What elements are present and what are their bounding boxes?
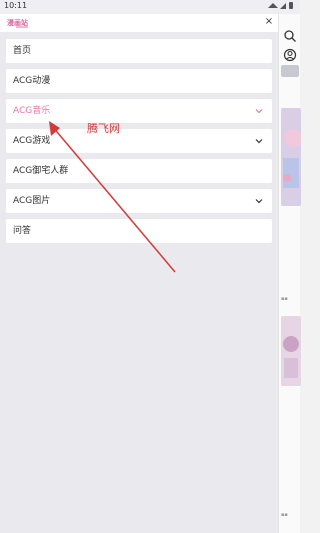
thumbnail-image[interactable] (281, 108, 301, 206)
chevron-down-icon[interactable] (254, 195, 264, 207)
menu-item-qa[interactable]: 问答 (6, 219, 272, 243)
chevron-down-icon[interactable] (254, 135, 264, 147)
status-bar: 10:11 (0, 0, 300, 14)
thumbnail-image[interactable] (281, 316, 301, 386)
menu-item-acg-otaku[interactable]: ACG御宅人群 (6, 159, 272, 183)
search-icon[interactable] (283, 29, 297, 43)
menu-item-home[interactable]: 首页 (6, 39, 272, 63)
close-icon[interactable]: × (264, 16, 274, 28)
user-icon[interactable] (283, 48, 297, 62)
chevron-down-icon[interactable] (254, 105, 264, 117)
menu-item-label: ACG动漫 (13, 76, 51, 86)
menu-item-label: ACG游戏 (13, 136, 51, 146)
menu-item-acg-games[interactable]: ACG游戏 (6, 129, 272, 153)
menu-item-label: ACG图片 (13, 196, 51, 206)
menu-item-label: 问答 (13, 226, 32, 236)
drawer-menu: 首页 ACG动漫 ACG音乐 ACG游戏 ACG御宅人群 ACG图片 问答 (6, 39, 272, 249)
menu-item-acg-anime[interactable]: ACG动漫 (6, 69, 272, 93)
category-tag[interactable] (281, 65, 299, 77)
signal-icon (268, 2, 293, 9)
site-logo[interactable]: 漫画站 (6, 17, 38, 29)
underlying-page-strip: ▪▪ ▪▪ (278, 14, 301, 533)
navigation-drawer: 漫画站 × 首页 ACG动漫 ACG音乐 ACG游戏 ACG御宅人群 ACG图片 (0, 14, 278, 533)
drawer-header: 漫画站 × (0, 14, 278, 32)
menu-item-acg-music[interactable]: ACG音乐 (6, 99, 272, 123)
menu-item-label: ACG音乐 (13, 106, 51, 116)
watermark-text: 腾飞网 (87, 122, 120, 135)
menu-item-label: 首页 (13, 46, 32, 56)
svg-text:漫画站: 漫画站 (7, 18, 28, 27)
thumbnail-caption: ▪▪ (281, 296, 288, 302)
thumbnail-caption: ▪▪ (281, 512, 288, 518)
menu-item-acg-images[interactable]: ACG图片 (6, 189, 272, 213)
status-icons (266, 1, 296, 12)
menu-item-label: ACG御宅人群 (13, 166, 69, 176)
status-time: 10:11 (4, 1, 28, 10)
